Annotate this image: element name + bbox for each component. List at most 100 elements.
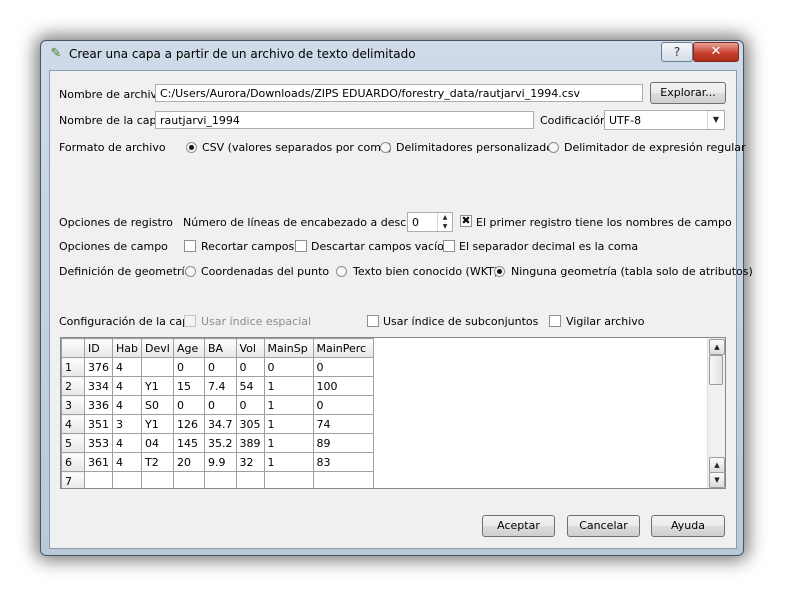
table-cell[interactable]: S0	[141, 395, 174, 415]
discard-empty-label[interactable]: Descartar campos vacíos	[311, 240, 450, 253]
table-cell[interactable]: 336	[84, 395, 113, 415]
table-cell[interactable]: 7.4	[204, 376, 237, 396]
ok-button[interactable]: Aceptar	[482, 515, 555, 537]
table-row[interactable]: 4 351 3 Y1 126 34.7 305 1 74	[61, 414, 374, 434]
preview-table[interactable]: ID Hab Devl Age BA Vol MainSp MainPerc 1…	[60, 337, 726, 489]
trim-fields-label[interactable]: Recortar campos	[201, 240, 294, 253]
table-cell[interactable]	[141, 357, 174, 377]
table-cell[interactable]: 0	[263, 357, 314, 377]
vertical-scrollbar[interactable]: ▲ ▲ ▼	[707, 338, 725, 488]
table-cell[interactable]	[112, 471, 142, 488]
column-header[interactable]: Hab	[112, 338, 142, 358]
table-cell[interactable]: Y1	[141, 414, 174, 434]
column-header[interactable]: ID	[84, 338, 113, 358]
row-number[interactable]: 2	[61, 376, 85, 396]
decimal-comma-label[interactable]: El separador decimal es la coma	[459, 240, 638, 253]
table-cell[interactable]: 35.2	[204, 433, 237, 453]
table-cell[interactable]: 389	[235, 433, 265, 453]
geometry-none-radio[interactable]	[494, 266, 505, 277]
help-button[interactable]: Ayuda	[651, 515, 725, 537]
corner-cell[interactable]	[61, 338, 85, 358]
table-cell[interactable]: 0	[173, 395, 205, 415]
layer-name-input[interactable]: rautjarvi_1994	[155, 111, 534, 129]
table-cell[interactable]: 54	[235, 376, 265, 396]
table-cell[interactable]: 0	[312, 357, 374, 377]
table-cell[interactable]	[235, 471, 265, 488]
spin-down-icon[interactable]: ▼	[438, 222, 452, 231]
geometry-wkt-label[interactable]: Texto bien conocido (WKT)	[353, 265, 498, 278]
table-row[interactable]: 3 336 4 S0 0 0 0 1 0	[61, 395, 374, 415]
table-cell[interactable]: 145	[173, 433, 205, 453]
discard-empty-checkbox[interactable]	[295, 240, 307, 252]
table-row[interactable]: 1 376 4 0 0 0 0 0	[61, 357, 374, 377]
table-cell[interactable]	[312, 471, 374, 488]
format-regex-radio[interactable]	[548, 142, 559, 153]
table-cell[interactable]: 3	[112, 414, 142, 434]
table-cell[interactable]: 0	[235, 395, 265, 415]
row-number[interactable]: 6	[61, 452, 85, 472]
scroll-thumb[interactable]	[709, 355, 723, 385]
table-cell[interactable]: 351	[84, 414, 113, 434]
table-cell[interactable]: 0	[312, 395, 374, 415]
table-cell[interactable]	[204, 471, 237, 488]
table-cell[interactable]: 1	[263, 433, 314, 453]
header-lines-spinbox[interactable]: 0 ▲ ▼	[407, 212, 453, 232]
table-cell[interactable]: 305	[235, 414, 265, 434]
trim-fields-checkbox[interactable]	[184, 240, 196, 252]
format-csv-label[interactable]: CSV (valores separados por coma)	[202, 141, 392, 154]
table-cell[interactable]: 0	[235, 357, 265, 377]
column-header[interactable]: Vol	[235, 338, 265, 358]
table-row[interactable]: 6 361 4 T2 20 9.9 32 1 83	[61, 452, 374, 472]
table-cell[interactable]: 20	[173, 452, 205, 472]
table-cell[interactable]: 361	[84, 452, 113, 472]
watch-file-label[interactable]: Vigilar archivo	[566, 315, 645, 328]
table-cell[interactable]: 74	[312, 414, 374, 434]
subset-index-checkbox[interactable]	[367, 315, 379, 327]
close-button[interactable]: ✕	[693, 42, 739, 62]
table-cell[interactable]: 4	[112, 376, 142, 396]
table-cell[interactable]: 1	[263, 376, 314, 396]
browse-button[interactable]: Explorar...	[650, 82, 726, 104]
column-header[interactable]: Devl	[141, 338, 174, 358]
row-number[interactable]: 1	[61, 357, 85, 377]
table-cell[interactable]	[173, 471, 205, 488]
table-cell[interactable]: 4	[112, 357, 142, 377]
decimal-comma-checkbox[interactable]	[443, 240, 455, 252]
help-title-button[interactable]: ?	[661, 42, 693, 62]
scroll-up-icon[interactable]: ▲	[709, 457, 725, 473]
table-cell[interactable]: 353	[84, 433, 113, 453]
row-number[interactable]: 5	[61, 433, 85, 453]
table-cell[interactable]: 1	[263, 395, 314, 415]
table-cell[interactable]: Y1	[141, 376, 174, 396]
cancel-button[interactable]: Cancelar	[567, 515, 640, 537]
geometry-point-label[interactable]: Coordenadas del punto	[201, 265, 329, 278]
watch-file-checkbox[interactable]	[549, 315, 561, 327]
encoding-select[interactable]: UTF-8 ▼	[604, 110, 725, 130]
column-header[interactable]: MainSp	[263, 338, 314, 358]
table-cell[interactable]: 15	[173, 376, 205, 396]
table-cell[interactable]: 9.9	[204, 452, 237, 472]
table-cell[interactable]: 376	[84, 357, 113, 377]
row-number[interactable]: 4	[61, 414, 85, 434]
table-cell[interactable]: 34.7	[204, 414, 237, 434]
geometry-none-label[interactable]: Ninguna geometría (tabla solo de atribut…	[511, 265, 753, 278]
table-cell[interactable]: 4	[112, 395, 142, 415]
row-number[interactable]: 7	[61, 471, 85, 488]
row-number[interactable]: 3	[61, 395, 85, 415]
table-cell[interactable]: 0	[204, 357, 237, 377]
table-cell[interactable]: T2	[141, 452, 174, 472]
subset-index-label[interactable]: Usar índice de subconjuntos	[383, 315, 538, 328]
table-cell[interactable]: 4	[112, 452, 142, 472]
table-cell[interactable]: 32	[235, 452, 265, 472]
table-cell[interactable]: 126	[173, 414, 205, 434]
title-bar[interactable]: ✎ Crear una capa a partir de un archivo …	[41, 41, 743, 67]
first-record-checkbox[interactable]: ✖	[460, 214, 472, 227]
table-cell[interactable]: 100	[312, 376, 374, 396]
table-cell[interactable]	[84, 471, 113, 488]
scroll-up-icon[interactable]: ▲	[709, 339, 725, 355]
format-custom-label[interactable]: Delimitadores personalizados	[396, 141, 559, 154]
format-csv-radio[interactable]	[186, 142, 197, 153]
column-header[interactable]: MainPerc	[312, 338, 374, 358]
table-row[interactable]: 5 353 4 04 145 35.2 389 1 89	[61, 433, 374, 453]
spin-buttons[interactable]: ▲ ▼	[437, 213, 452, 231]
